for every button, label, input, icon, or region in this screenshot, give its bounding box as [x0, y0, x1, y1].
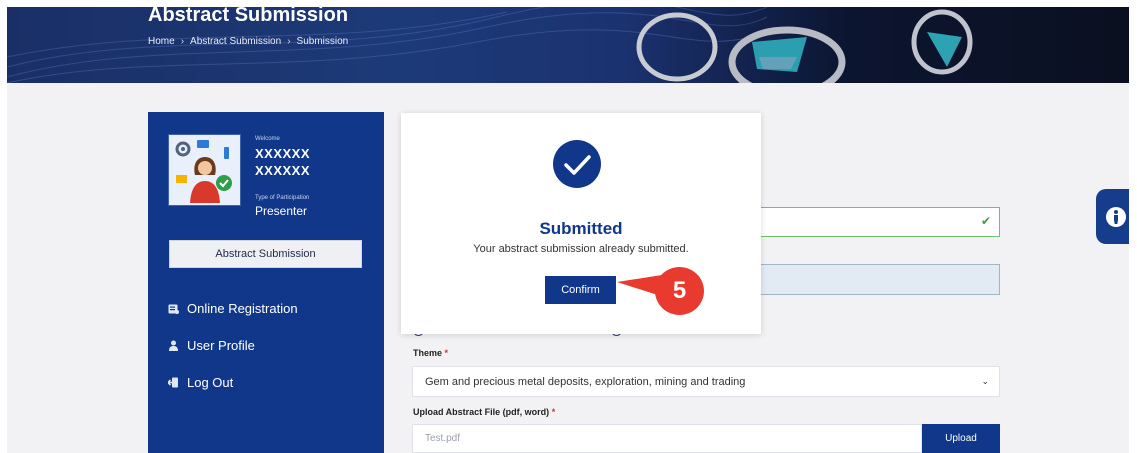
annotation-arrow	[617, 275, 664, 297]
page: Abstract Submission Home › Abstract Subm…	[7, 7, 1129, 453]
step-number-badge: 5	[655, 267, 704, 315]
